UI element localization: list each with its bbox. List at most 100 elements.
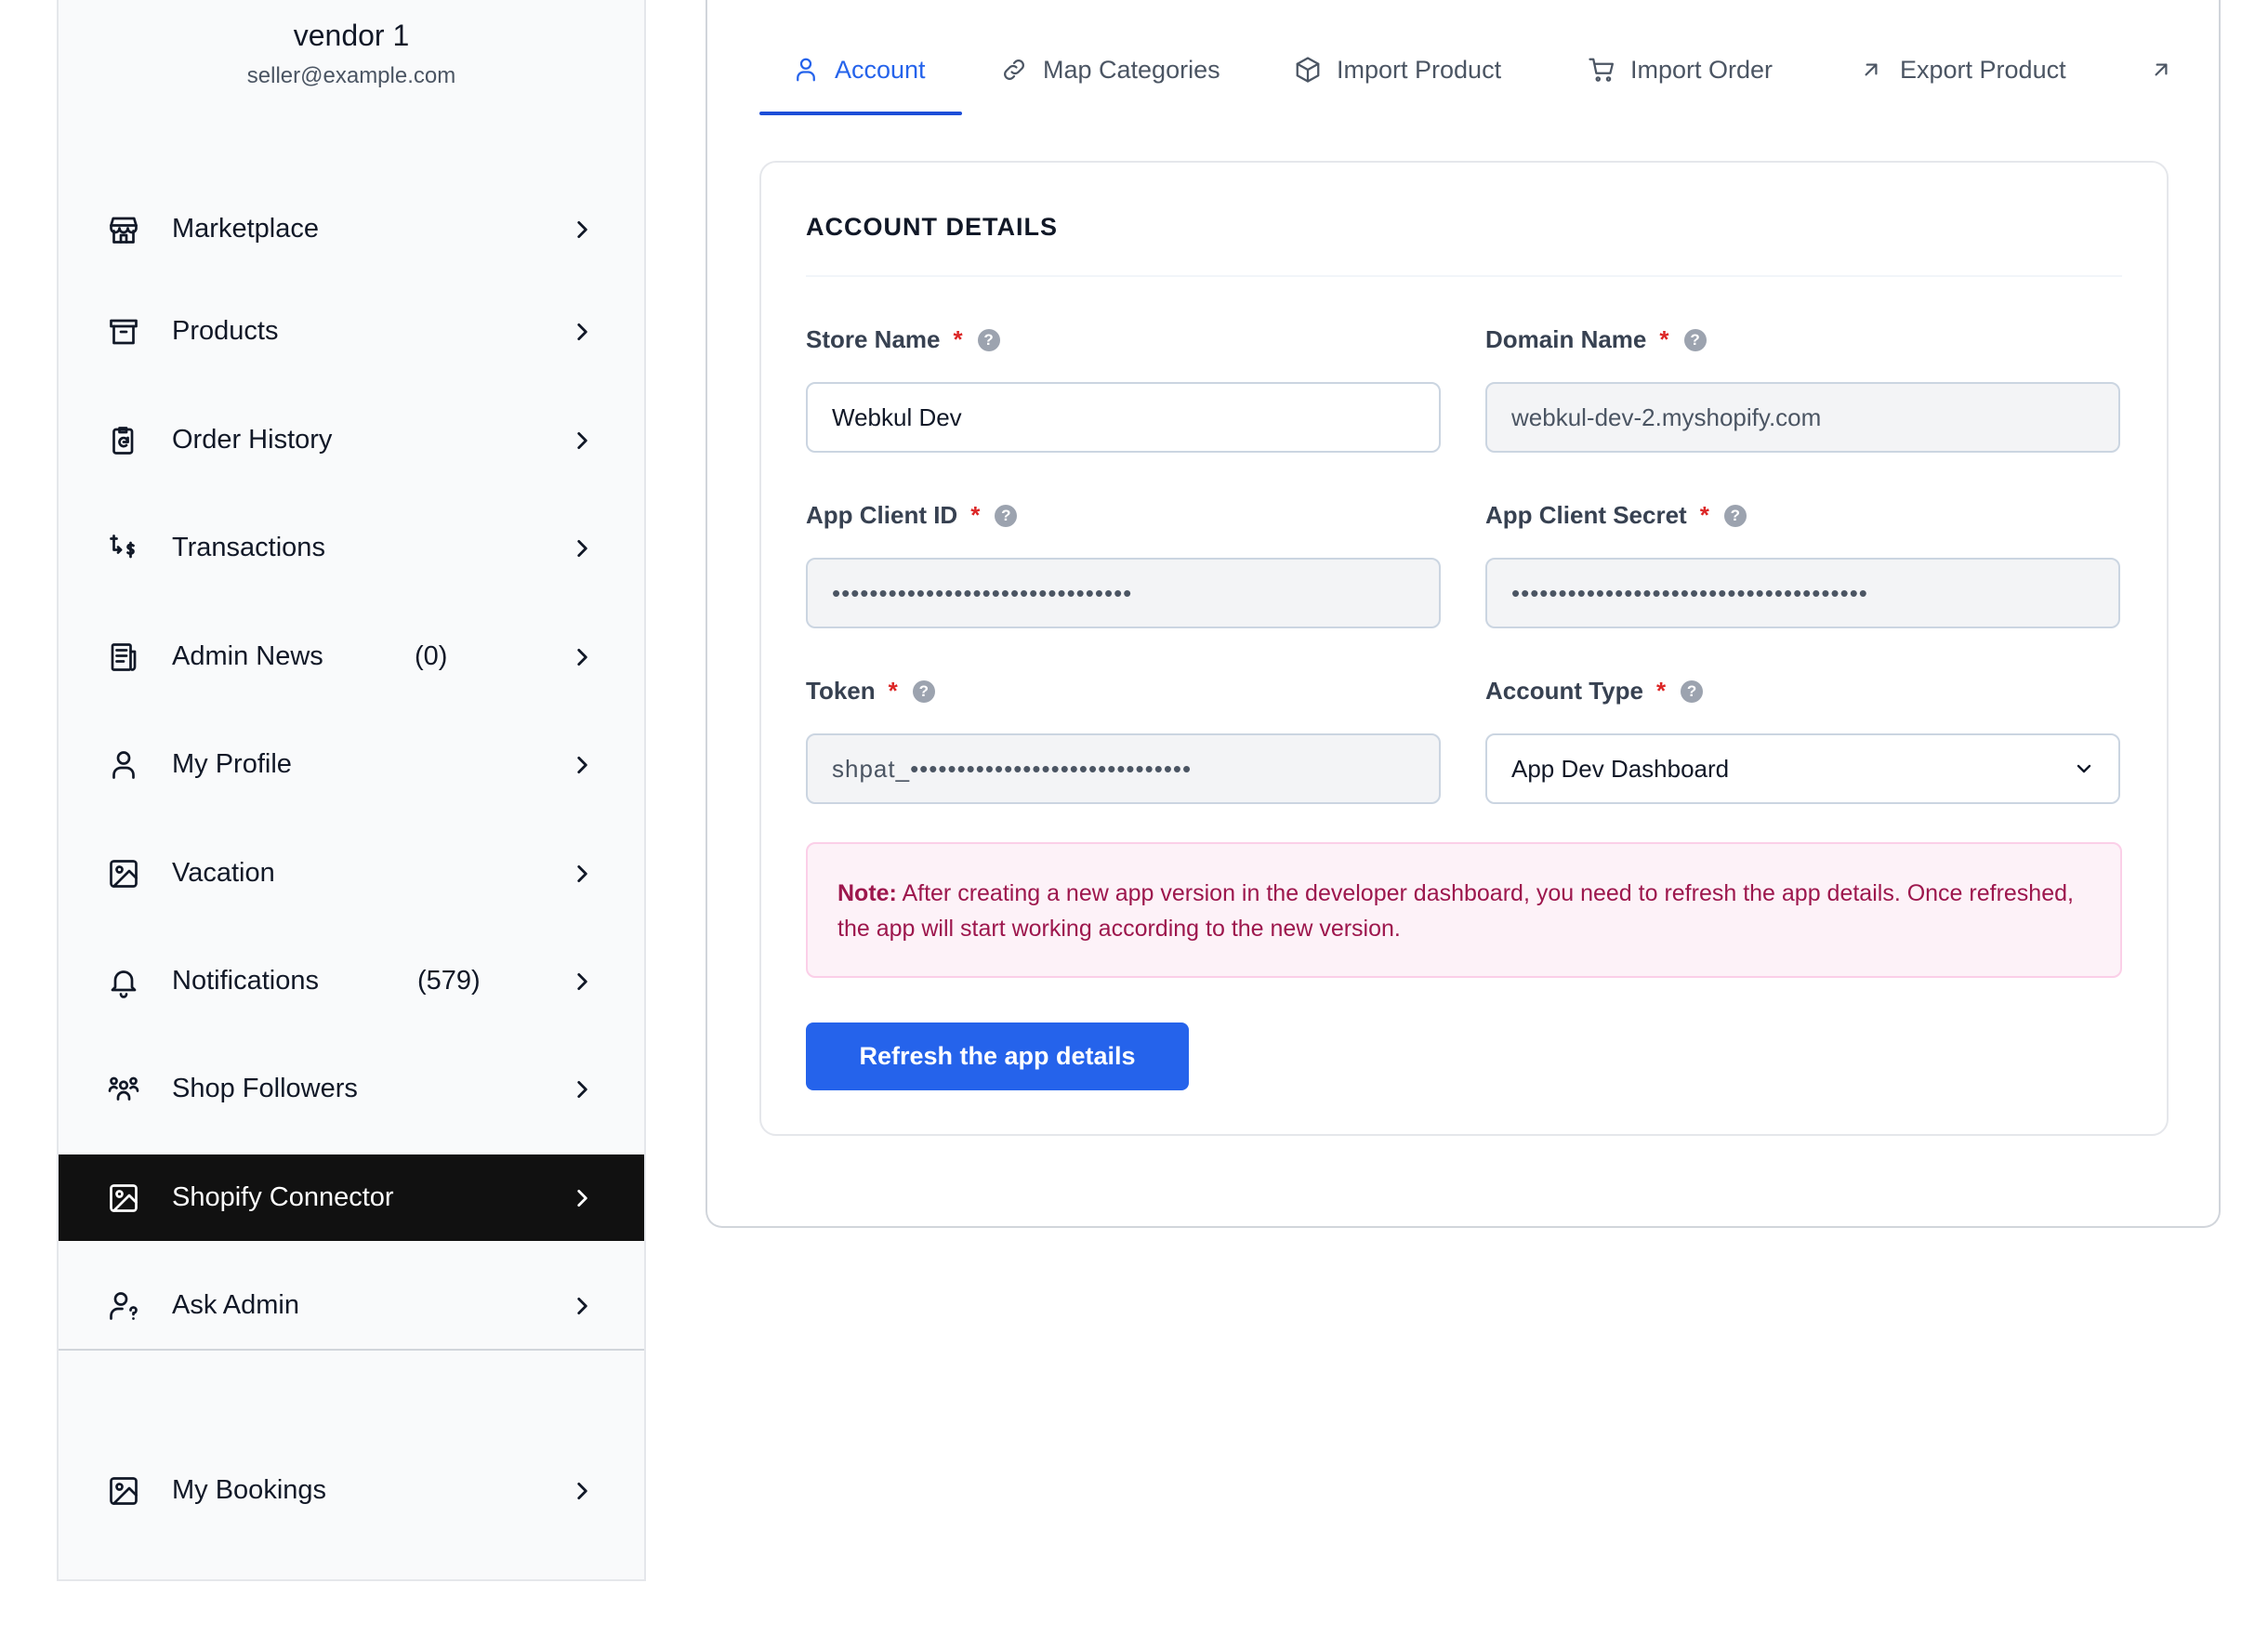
sidebar-item-label: Products: [172, 316, 279, 346]
help-icon[interactable]: ?: [912, 679, 935, 703]
sidebar-divider: [59, 1349, 644, 1351]
image-icon: [105, 855, 142, 892]
sidebar-item-shopify-connector[interactable]: Shopify Connector: [59, 1154, 644, 1241]
required-asterisk: *: [970, 501, 981, 529]
sidebar-item-label: Vacation: [172, 858, 275, 888]
tab-import-order[interactable]: Import Order: [1586, 32, 1773, 108]
account-type-label: Account Type * ?: [1485, 677, 1704, 706]
tab-account[interactable]: Account: [790, 32, 926, 108]
sidebar-item-label: My Profile: [172, 749, 292, 779]
sidebar-item-count: (0): [415, 641, 448, 671]
client-secret-label: App Client Secret * ?: [1485, 501, 1747, 530]
user-icon: [790, 54, 822, 86]
link-icon: [998, 54, 1030, 86]
user-question-icon: [105, 1287, 142, 1325]
required-asterisk: *: [1699, 501, 1709, 529]
chevron-right-icon: [568, 968, 596, 996]
client-id-label: App Client ID * ?: [806, 501, 1018, 530]
chevron-right-icon: [568, 427, 596, 455]
help-icon[interactable]: ?: [1681, 679, 1704, 703]
vendor-email: seller@example.com: [246, 63, 456, 88]
chevron-right-icon: [568, 751, 596, 779]
sidebar-item-label: Admin News: [172, 641, 323, 671]
sidebar-item-label: Shop Followers: [172, 1074, 358, 1103]
help-icon[interactable]: ?: [977, 328, 1000, 351]
field-label-text: Token: [806, 677, 876, 705]
store-name-input[interactable]: [806, 382, 1441, 453]
image-icon: [105, 1180, 142, 1217]
image-icon: [105, 1472, 142, 1510]
tab-label: Export Product: [1900, 55, 2066, 84]
required-asterisk: *: [953, 325, 963, 353]
transactions-icon: [105, 530, 142, 567]
sidebar-item-my-profile[interactable]: My Profile: [59, 721, 644, 808]
help-icon[interactable]: ?: [1723, 504, 1747, 527]
field-label-text: App Client ID: [806, 501, 958, 529]
sidebar-item-shop-followers[interactable]: Shop Followers: [59, 1046, 644, 1132]
sidebar-item-ask-admin[interactable]: Ask Admin: [59, 1262, 644, 1349]
account-type-value: App Dev Dashboard: [1511, 754, 1730, 783]
refresh-app-details-button[interactable]: Refresh the app details: [806, 1022, 1189, 1090]
users-icon: [105, 1071, 142, 1108]
bell-icon: [105, 963, 142, 1000]
sidebar-item-products[interactable]: Products: [59, 288, 644, 375]
tab-map-categories[interactable]: Map Categories: [998, 32, 1220, 108]
user-icon: [105, 746, 142, 784]
archive-icon: [105, 313, 142, 350]
sidebar-item-label: Ask Admin: [172, 1290, 299, 1320]
sidebar-item-count: (579): [417, 966, 481, 996]
tab-label: Import Product: [1337, 55, 1502, 84]
token-input[interactable]: shpat_••••••••••••••••••••••••••••••: [806, 733, 1441, 804]
sidebar-item-vacation[interactable]: Vacation: [59, 830, 644, 917]
sidebar-item-label: Transactions: [172, 533, 325, 562]
client-secret-input[interactable]: ••••••••••••••••••••••••••••••••••••••: [1485, 558, 2120, 628]
tab-more-export[interactable]: [2145, 32, 2190, 108]
field-label-text: Store Name: [806, 325, 941, 353]
tab-label: Map Categories: [1043, 55, 1220, 84]
account-details-card: [759, 161, 2169, 1136]
sidebar-item-marketplace[interactable]: Marketplace: [59, 186, 644, 272]
chevron-right-icon: [568, 643, 596, 671]
field-label-text: Domain Name: [1485, 325, 1647, 353]
store-icon: [105, 211, 142, 248]
sidebar-item-label: My Bookings: [172, 1475, 327, 1505]
sidebar-item-my-bookings[interactable]: My Bookings: [59, 1447, 644, 1534]
field-label-text: Account Type: [1485, 677, 1643, 705]
help-icon[interactable]: ?: [1683, 328, 1707, 351]
chevron-right-icon: [568, 1477, 596, 1505]
chevron-right-icon: [568, 860, 596, 888]
required-asterisk: *: [1655, 677, 1667, 705]
sidebar-item-label: Shopify Connector: [172, 1182, 394, 1212]
chevron-down-icon: [2072, 757, 2096, 781]
arrow-up-right-icon: [1855, 54, 1887, 86]
arrow-up-right-icon: [2145, 54, 2177, 86]
note-alert: Note: After creating a new app version i…: [806, 842, 2122, 978]
domain-name-input[interactable]: [1485, 382, 2120, 453]
client-id-input[interactable]: ••••••••••••••••••••••••••••••••: [806, 558, 1441, 628]
domain-name-label: Domain Name * ?: [1485, 325, 1707, 354]
note-prefix: Note:: [837, 880, 897, 906]
help-icon[interactable]: ?: [995, 504, 1018, 527]
sidebar-item-notifications[interactable]: Notifications (579): [59, 938, 644, 1024]
chevron-right-icon: [568, 1184, 596, 1212]
tab-export-product[interactable]: Export Product: [1855, 32, 2066, 108]
vendor-name: vendor 1: [293, 19, 410, 52]
token-label: Token * ?: [806, 677, 935, 706]
required-asterisk: *: [888, 677, 898, 705]
store-name-label: Store Name * ?: [806, 325, 1000, 354]
sidebar-item-transactions[interactable]: Transactions: [59, 505, 644, 591]
sidebar-item-order-history[interactable]: Order History: [59, 397, 644, 483]
news-icon: [105, 639, 142, 676]
cube-icon: [1292, 54, 1324, 86]
active-tab-indicator: [759, 112, 962, 115]
cart-icon: [1586, 54, 1617, 86]
sidebar-item-admin-news[interactable]: Admin News (0): [59, 614, 644, 700]
sidebar-item-label: Marketplace: [172, 214, 319, 244]
sidebar-item-label: Notifications: [172, 966, 319, 996]
tab-import-product[interactable]: Import Product: [1292, 32, 1501, 108]
clipboard-refresh-icon: [105, 422, 142, 459]
tab-label: Import Order: [1630, 55, 1774, 84]
card-divider: [806, 275, 2122, 277]
card-title: ACCOUNT DETAILS: [806, 213, 1058, 241]
account-type-select[interactable]: App Dev Dashboard: [1485, 733, 2120, 804]
